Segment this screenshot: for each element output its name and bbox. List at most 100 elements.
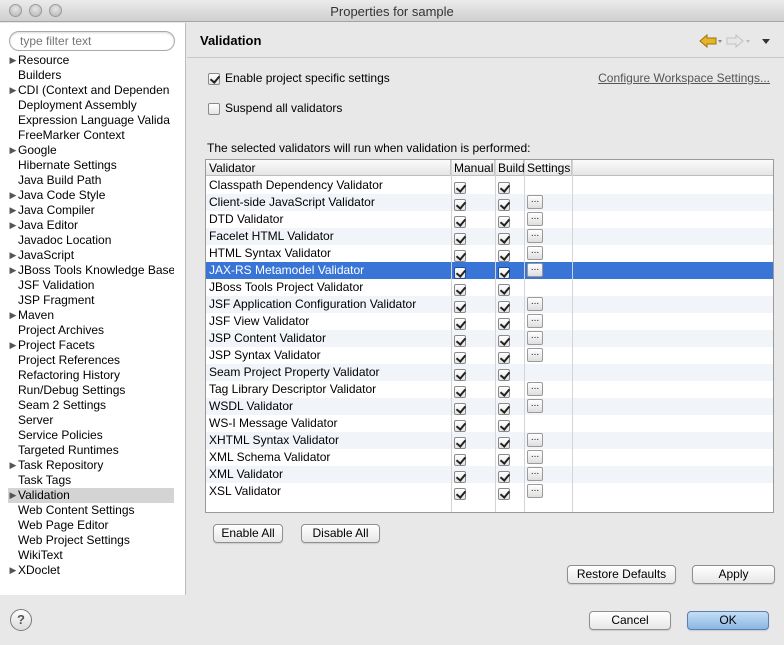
sidebar-item[interactable]: Run/Debug Settings xyxy=(8,383,174,398)
build-checkbox[interactable] xyxy=(498,334,510,347)
manual-checkbox[interactable] xyxy=(454,402,466,415)
back-dropdown-icon[interactable] xyxy=(718,40,722,43)
table-row[interactable]: Client-side JavaScript Validator... xyxy=(206,194,773,211)
sidebar-item[interactable]: Expression Language Valida xyxy=(8,113,174,128)
validator-settings-button[interactable]: ... xyxy=(527,331,543,345)
sidebar-item[interactable]: FreeMarker Context xyxy=(8,128,174,143)
manual-checkbox[interactable] xyxy=(454,453,466,466)
validator-settings-button[interactable]: ... xyxy=(527,467,543,481)
enable-project-specific-checkbox[interactable] xyxy=(208,72,220,85)
validator-settings-button[interactable]: ... xyxy=(527,263,543,277)
manual-checkbox[interactable] xyxy=(454,436,466,449)
sidebar-item[interactable]: ▶ Maven xyxy=(8,308,174,323)
table-row[interactable]: Facelet HTML Validator... xyxy=(206,228,773,245)
sidebar-item[interactable]: Hibernate Settings xyxy=(8,158,174,173)
sidebar-item[interactable]: ▶ Project Facets xyxy=(8,338,174,353)
disable-all-button[interactable]: Disable All xyxy=(301,524,380,543)
sidebar-item[interactable]: ▶ Java Editor xyxy=(8,218,174,233)
column-header-validator[interactable]: Validator xyxy=(206,160,451,176)
build-checkbox[interactable] xyxy=(498,385,510,398)
expand-triangle-icon[interactable]: ▶ xyxy=(8,188,18,203)
manual-checkbox[interactable] xyxy=(454,283,466,296)
manual-checkbox[interactable] xyxy=(454,215,466,228)
build-checkbox[interactable] xyxy=(498,487,510,500)
sidebar-item[interactable]: ▶ JavaScript xyxy=(8,248,174,263)
manual-checkbox[interactable] xyxy=(454,351,466,364)
build-checkbox[interactable] xyxy=(498,215,510,228)
build-checkbox[interactable] xyxy=(498,232,510,245)
sidebar-item[interactable]: Project Archives xyxy=(8,323,174,338)
sidebar-item[interactable]: ▶ Resource xyxy=(8,53,174,68)
table-row[interactable]: JSF View Validator... xyxy=(206,313,773,330)
build-checkbox[interactable] xyxy=(498,198,510,211)
sidebar-item[interactable]: Web Project Settings xyxy=(8,533,174,548)
enable-project-specific-option[interactable]: Enable project specific settings xyxy=(208,70,390,86)
validator-settings-button[interactable]: ... xyxy=(527,399,543,413)
manual-checkbox[interactable] xyxy=(454,419,466,432)
column-header-settings[interactable]: Settings xyxy=(524,160,572,176)
sidebar-item[interactable]: Seam 2 Settings xyxy=(8,398,174,413)
build-checkbox[interactable] xyxy=(498,181,510,194)
validator-settings-button[interactable]: ... xyxy=(527,348,543,362)
sidebar-item[interactable]: Server xyxy=(8,413,174,428)
validator-settings-button[interactable]: ... xyxy=(527,450,543,464)
table-row[interactable]: JAX-RS Metamodel Validator... xyxy=(206,262,773,279)
sidebar-item[interactable]: Service Policies xyxy=(8,428,174,443)
forward-dropdown-icon[interactable] xyxy=(746,40,750,43)
sidebar-item[interactable]: Task Tags xyxy=(8,473,174,488)
cancel-button[interactable]: Cancel xyxy=(589,611,671,630)
manual-checkbox[interactable] xyxy=(454,232,466,245)
suspend-all-option[interactable]: Suspend all validators xyxy=(208,100,342,116)
sidebar-item[interactable]: ▶ Task Repository xyxy=(8,458,174,473)
expand-triangle-icon[interactable]: ▶ xyxy=(8,563,18,578)
expand-triangle-icon[interactable]: ▶ xyxy=(8,143,18,158)
sidebar-item[interactable]: ▶ Google xyxy=(8,143,174,158)
ok-button[interactable]: OK xyxy=(687,611,769,630)
table-row[interactable]: XML Validator... xyxy=(206,466,773,483)
build-checkbox[interactable] xyxy=(498,419,510,432)
sidebar-item[interactable]: ▶ Java Compiler xyxy=(8,203,174,218)
back-arrow-icon[interactable] xyxy=(699,33,717,49)
expand-triangle-icon[interactable]: ▶ xyxy=(8,218,18,233)
table-row[interactable]: Tag Library Descriptor Validator... xyxy=(206,381,773,398)
build-checkbox[interactable] xyxy=(498,453,510,466)
sidebar-item[interactable]: Targeted Runtimes xyxy=(8,443,174,458)
filter-input[interactable] xyxy=(9,31,175,51)
sidebar-item[interactable]: Web Content Settings xyxy=(8,503,174,518)
expand-triangle-icon[interactable]: ▶ xyxy=(8,308,18,323)
sidebar-item[interactable]: Project References xyxy=(8,353,174,368)
manual-checkbox[interactable] xyxy=(454,181,466,194)
build-checkbox[interactable] xyxy=(498,317,510,330)
sidebar-item[interactable]: Javadoc Location xyxy=(8,233,174,248)
forward-arrow-icon[interactable] xyxy=(726,33,744,49)
manual-checkbox[interactable] xyxy=(454,470,466,483)
table-row[interactable]: JSP Syntax Validator... xyxy=(206,347,773,364)
validator-settings-button[interactable]: ... xyxy=(527,382,543,396)
manual-checkbox[interactable] xyxy=(454,487,466,500)
sidebar-item[interactable]: ▶ XDoclet xyxy=(8,563,174,578)
manual-checkbox[interactable] xyxy=(454,385,466,398)
validator-settings-button[interactable]: ... xyxy=(527,195,543,209)
sidebar-item[interactable]: Web Page Editor xyxy=(8,518,174,533)
sidebar-item[interactable]: Refactoring History xyxy=(8,368,174,383)
table-row[interactable]: XSL Validator... xyxy=(206,483,773,500)
expand-triangle-icon[interactable]: ▶ xyxy=(8,488,18,503)
table-row[interactable]: JBoss Tools Project Validator xyxy=(206,279,773,296)
build-checkbox[interactable] xyxy=(498,266,510,279)
expand-triangle-icon[interactable]: ▶ xyxy=(8,248,18,263)
table-row[interactable]: XML Schema Validator... xyxy=(206,449,773,466)
manual-checkbox[interactable] xyxy=(454,368,466,381)
validator-settings-button[interactable]: ... xyxy=(527,246,543,260)
sidebar-item[interactable]: WikiText xyxy=(8,548,174,563)
table-row[interactable]: JSF Application Configuration Validator.… xyxy=(206,296,773,313)
table-row[interactable]: WS-I Message Validator xyxy=(206,415,773,432)
sidebar-item[interactable]: ▶ Validation xyxy=(8,488,174,503)
sidebar-item[interactable]: JSF Validation xyxy=(8,278,174,293)
manual-checkbox[interactable] xyxy=(454,198,466,211)
validator-settings-button[interactable]: ... xyxy=(527,212,543,226)
validator-settings-button[interactable]: ... xyxy=(527,297,543,311)
manual-checkbox[interactable] xyxy=(454,266,466,279)
sidebar-item[interactable]: ▶ Java Code Style xyxy=(8,188,174,203)
sidebar-item[interactable]: Builders xyxy=(8,68,174,83)
manual-checkbox[interactable] xyxy=(454,317,466,330)
